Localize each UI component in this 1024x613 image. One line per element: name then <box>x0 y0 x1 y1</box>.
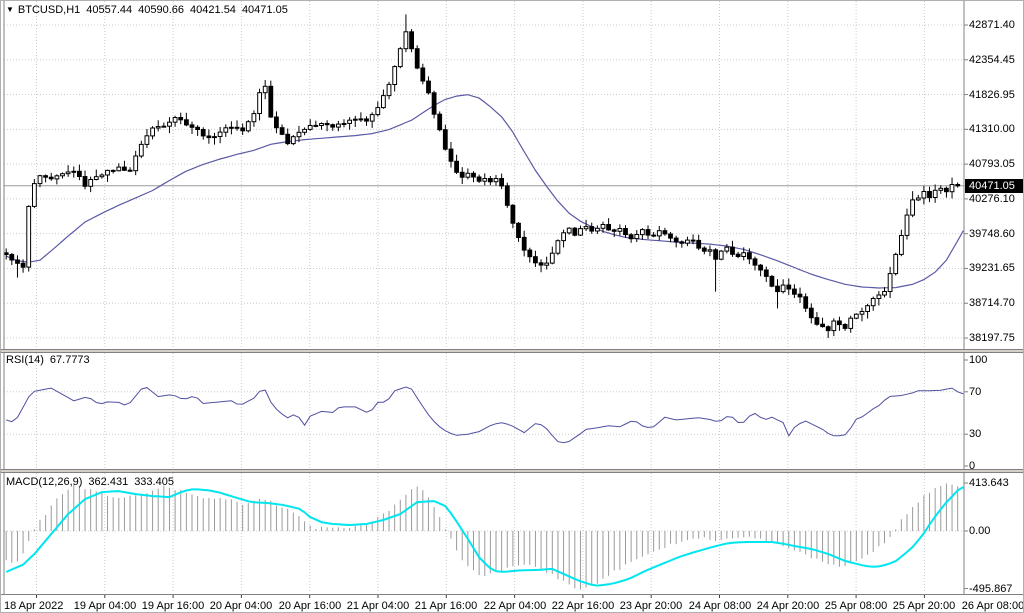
ohlc-low-value: 40421.54 <box>190 4 236 16</box>
ohlc-close-value: 40471.05 <box>242 4 288 16</box>
macd-axis-label: 413.643 <box>969 477 1009 489</box>
time-axis-label: 20 Apr 16:00 <box>279 600 341 612</box>
chart-header: ▼ BTCUSD,H1 40557.44 40590.66 40421.54 40471.… <box>6 4 294 16</box>
ohlc-high-value: 40590.66 <box>138 4 184 16</box>
time-ticks <box>37 595 925 598</box>
panel-splitter[interactable] <box>1 470 1024 472</box>
rsi-header: RSI(14) 67.7773 <box>6 354 96 366</box>
time-axis-label: 23 Apr 20:00 <box>620 600 682 612</box>
candlestick-series <box>4 14 959 338</box>
rsi-axis-label: 100 <box>969 354 987 366</box>
price-axis-label: 39748.60 <box>969 228 1015 240</box>
time-axis-label: 25 Apr 08:00 <box>825 600 887 612</box>
symbol-timeframe-label: BTCUSD,H1 <box>18 4 80 16</box>
symbol-dropdown-icon[interactable]: ▼ <box>6 5 14 14</box>
price-axis-label: 41310.00 <box>969 123 1015 135</box>
macd-main-value: 362.431 <box>88 476 128 488</box>
panel-splitter[interactable] <box>1 350 1024 352</box>
time-axis-label: 22 Apr 04:00 <box>484 600 546 612</box>
time-axis-label: 24 Apr 20:00 <box>757 600 819 612</box>
price-axis-label: 42354.45 <box>969 54 1015 66</box>
macd-label: MACD(12,26,9) <box>6 476 82 488</box>
price-axis-label: 39231.65 <box>969 262 1015 274</box>
ma-line <box>6 95 963 288</box>
panel-borders <box>1 1 1024 595</box>
macd-histogram <box>6 484 957 590</box>
macd-axis-label: -495.867 <box>969 583 1012 595</box>
rsi-axis-label: 30 <box>969 428 981 440</box>
time-axis-label: 21 Apr 16:00 <box>415 600 477 612</box>
time-axis-label: 21 Apr 04:00 <box>347 600 409 612</box>
price-axis-label: 42871.40 <box>969 19 1015 31</box>
price-axis-label: 41826.95 <box>969 89 1015 101</box>
price-axis-label: 40793.05 <box>969 158 1015 170</box>
time-axis-label: 25 Apr 20:00 <box>893 600 955 612</box>
macd-header: MACD(12,26,9) 362.431 333.405 <box>6 476 180 488</box>
grid <box>4 1 964 593</box>
price-axis-label: 38197.75 <box>969 332 1015 344</box>
price-axis-label: 38714.70 <box>969 297 1015 309</box>
axis-ticks <box>964 25 968 589</box>
chart-canvas[interactable] <box>1 1 1024 613</box>
macd-signal-value: 333.405 <box>134 476 174 488</box>
time-axis-label: 19 Apr 04:00 <box>74 600 136 612</box>
time-axis-label: 22 Apr 16:00 <box>552 600 614 612</box>
time-axis-label: 24 Apr 08:00 <box>689 600 751 612</box>
rsi-label: RSI(14) <box>6 354 44 366</box>
rsi-axis-label: 70 <box>969 386 981 398</box>
rsi-axis-label: 0 <box>969 460 975 472</box>
time-axis-label: 20 Apr 04:00 <box>210 600 272 612</box>
time-axis-label: 26 Apr 08:00 <box>962 600 1024 612</box>
chart-window: ▼ BTCUSD,H1 40557.44 40590.66 40421.54 40471.… <box>0 0 1024 613</box>
price-axis-label: 40276.10 <box>969 193 1015 205</box>
ohlc-open-value: 40557.44 <box>86 4 132 16</box>
time-axis-label: 18 Apr 2022 <box>4 600 63 612</box>
current-price-badge: 40471.05 <box>965 179 1024 193</box>
macd-axis-label: 0.00 <box>969 525 990 537</box>
rsi-value: 67.7773 <box>50 354 90 366</box>
time-axis-label: 19 Apr 16:00 <box>142 600 204 612</box>
